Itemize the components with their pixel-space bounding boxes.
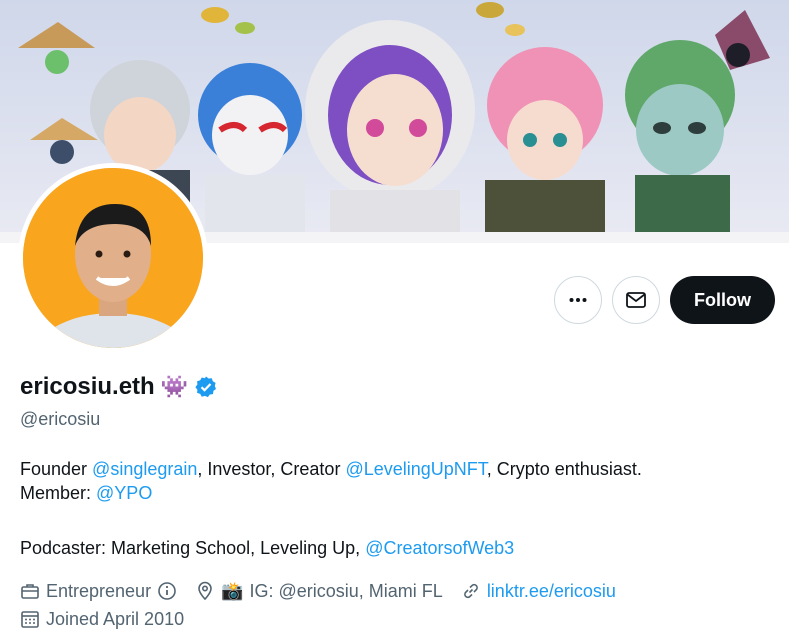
name-emoji: 👾 [160, 374, 189, 399]
category-item: Entrepreneur [20, 577, 177, 605]
user-handle: @ericosiu [20, 409, 101, 429]
bio-text: Podcaster: Marketing School, Leveling Up… [20, 538, 366, 558]
link-icon [463, 583, 478, 599]
bio-line-2: Member: @YPO [20, 481, 760, 505]
website-link[interactable]: linktr.ee/ericosiu [487, 577, 616, 605]
location-item: 📸 IG: @ericosiu, Miami FL [195, 577, 443, 605]
bio-text: , Crypto enthusiast. [486, 459, 642, 479]
location-label: IG: @ericosiu, Miami FL [249, 581, 443, 601]
profile-bio: Founder @singlegrain, Investor, Creator … [20, 457, 760, 560]
briefcase-icon [21, 584, 39, 599]
display-name: ericosiu.eth [20, 373, 155, 400]
profile-actions: Follow [554, 276, 775, 324]
bio-text: , Investor, Creator [197, 459, 346, 479]
message-button[interactable] [612, 276, 660, 324]
bio-text: Member: [20, 483, 97, 503]
camera-emoji: 📸 [221, 581, 244, 601]
calendar-icon [21, 611, 39, 628]
follow-button[interactable]: Follow [670, 276, 775, 324]
verified-icon[interactable] [194, 375, 218, 399]
mail-icon [626, 292, 646, 308]
profile-avatar[interactable] [18, 163, 208, 353]
mention-link[interactable]: @singlegrain [92, 459, 197, 479]
info-icon[interactable] [157, 581, 177, 601]
location-pin-icon [198, 581, 212, 601]
mention-link[interactable]: @LevelingUpNFT [345, 459, 486, 479]
website-item: linktr.ee/ericosiu [461, 577, 616, 605]
bio-text: Founder [20, 459, 93, 479]
joined-label: Joined April 2010 [46, 609, 185, 629]
profile-meta: Entrepreneur 📸 IG: @ericosiu, Miami FL l… [20, 577, 634, 633]
display-name-row: ericosiu.eth 👾 [20, 373, 218, 401]
category-label: Entrepreneur [46, 581, 152, 601]
mention-link[interactable]: @YPO [96, 483, 152, 503]
bio-line-1: Founder @singlegrain, Investor, Creator … [20, 457, 760, 481]
more-button[interactable] [554, 276, 602, 324]
more-icon [569, 298, 587, 302]
joined-item: Joined April 2010 [20, 605, 184, 633]
bio-line-3: Podcaster: Marketing School, Leveling Up… [20, 536, 760, 560]
avatar-photo [23, 168, 203, 348]
mention-link[interactable]: @CreatorsofWeb3 [365, 538, 514, 558]
